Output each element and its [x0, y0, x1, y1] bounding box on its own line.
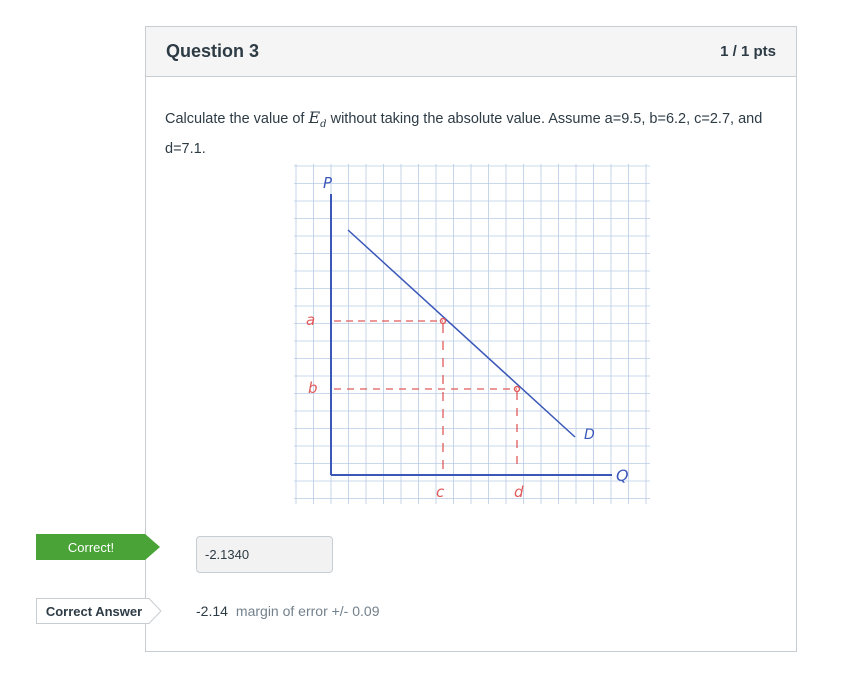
question-title: Question 3 — [166, 41, 260, 61]
correct-answer-row: -2.14 margin of error +/- 0.09 — [196, 603, 379, 619]
variable-main: E — [308, 108, 321, 127]
question-text-before: Calculate the value of — [165, 111, 309, 127]
demand-graph: P Q a b c d D — [294, 164, 650, 504]
correct-answer-flag: Correct Answer — [36, 598, 162, 624]
correct-answer-flag-label: Correct Answer — [45, 603, 143, 619]
demand-label: D — [584, 427, 595, 443]
p-axis-label: P — [323, 174, 333, 192]
correct-flag: Correct! — [36, 534, 160, 560]
b-label: b — [308, 379, 318, 397]
graph-grid — [294, 164, 650, 504]
user-answer-field: -2.1340 — [196, 536, 333, 573]
a-label: a — [306, 311, 315, 329]
d-label: d — [514, 483, 524, 501]
elasticity-variable: Ed — [308, 108, 326, 130]
question-points: 1 / 1 pts — [720, 43, 776, 60]
c-label: c — [436, 483, 445, 501]
question-header: Question 3 1 / 1 pts — [146, 27, 796, 77]
margin-of-error: margin of error +/- 0.09 — [235, 603, 380, 619]
question-text: Calculate the value of Ed without taking… — [165, 106, 765, 161]
correct-answer-value: -2.14 — [196, 603, 228, 619]
q-axis-label: Q — [616, 466, 629, 485]
